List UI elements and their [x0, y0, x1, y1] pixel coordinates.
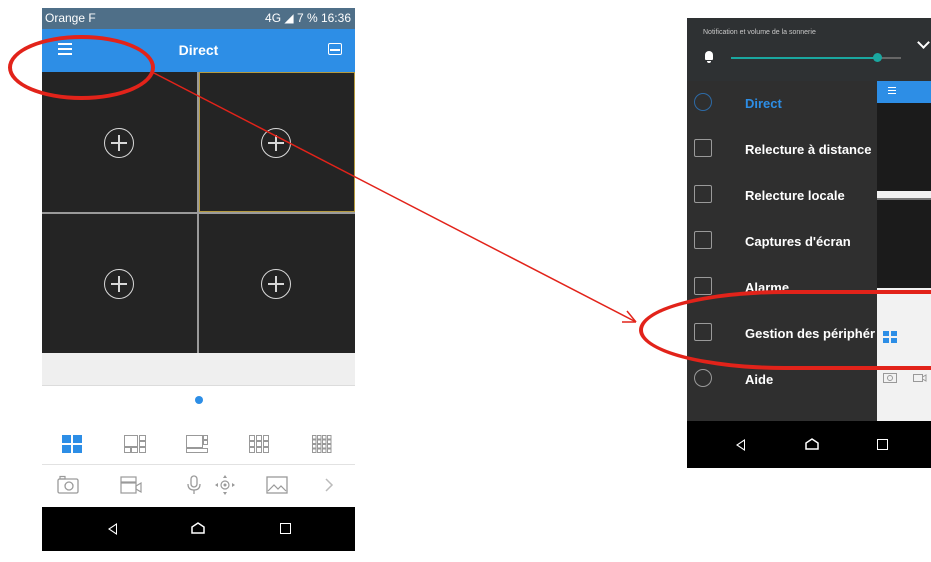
volume-slider-thumb[interactable]: [873, 53, 882, 62]
add-camera-icon[interactable]: [104, 128, 134, 158]
volume-slider-track[interactable]: [879, 57, 901, 59]
layout-9-view-icon[interactable]: [249, 435, 269, 453]
hamburger-icon: [888, 87, 896, 95]
peek-camera-cell: [877, 103, 931, 191]
bell-icon: [705, 51, 713, 63]
live-view-icon: [694, 93, 712, 111]
back-icon[interactable]: [108, 523, 117, 535]
drawer-item-label: Relecture à distance: [745, 142, 872, 157]
highlight-ellipse-device-manager: [639, 290, 931, 370]
ptz-icon[interactable]: [214, 475, 236, 495]
image-icon[interactable]: [266, 475, 288, 495]
status-info: 4G ◢ 7 % 16:36: [265, 11, 351, 25]
local-playback-icon: [694, 185, 712, 203]
drawer-item-local-playback[interactable]: Relecture locale: [687, 173, 877, 219]
hard-drive-icon[interactable]: [328, 43, 342, 55]
drawer-item-direct[interactable]: Direct: [687, 81, 877, 127]
drawer-item-label: Aide: [745, 372, 774, 387]
control-toolbar: [42, 464, 355, 507]
arrow-head: [622, 310, 637, 323]
camera-snapshot-icon[interactable]: [57, 475, 79, 495]
add-camera-icon[interactable]: [261, 128, 291, 158]
recent-apps-icon[interactable]: [877, 439, 888, 450]
highlight-ellipse-menu: [8, 35, 155, 100]
drawer-item-label: Relecture locale: [745, 188, 845, 203]
chevron-right-icon[interactable]: [324, 475, 334, 495]
right-phone-screen: Notification et volume de la sonnerie Di…: [687, 18, 931, 468]
record-icon[interactable]: [120, 475, 142, 495]
back-icon[interactable]: [736, 439, 745, 451]
notification-title: Notification et volume de la sonnerie: [703, 29, 816, 36]
remote-playback-icon: [694, 139, 712, 157]
android-nav-bar: [42, 507, 355, 551]
volume-slider-fill[interactable]: [731, 57, 879, 59]
layout-8-view-icon[interactable]: [186, 435, 208, 453]
layout-16-view-icon[interactable]: [312, 435, 332, 453]
drawer-item-screenshots[interactable]: Captures d'écran: [687, 219, 877, 265]
camera-grid: [42, 72, 355, 353]
record-icon: [913, 374, 927, 382]
camera-cell-selected[interactable]: [199, 72, 355, 212]
layout-selector: [42, 424, 355, 465]
carrier-label: Orange F: [45, 11, 96, 25]
peek-camera-cell: [877, 200, 931, 288]
timeline-strip: [42, 353, 355, 386]
navigation-drawer: Direct Relecture à distance Relecture lo…: [687, 81, 877, 421]
home-icon[interactable]: [191, 522, 205, 534]
camera-cell[interactable]: [42, 214, 197, 353]
home-icon[interactable]: [805, 438, 819, 450]
status-bar: Orange F 4G ◢ 7 % 16:36: [42, 8, 355, 29]
layout-1-view-icon[interactable]: [62, 435, 82, 453]
screenshots-icon: [694, 231, 712, 249]
drawer-item-label: Direct: [745, 96, 782, 111]
microphone-icon[interactable]: [183, 475, 205, 495]
camera-cell[interactable]: [199, 214, 355, 353]
drawer-item-remote-playback[interactable]: Relecture à distance: [687, 127, 877, 173]
drawer-item-label: Captures d'écran: [745, 234, 851, 249]
layout-6-view-icon[interactable]: [124, 435, 146, 453]
peek-app-bar: [877, 81, 931, 103]
help-icon: [694, 369, 712, 387]
recent-apps-icon[interactable]: [280, 523, 291, 534]
chevron-down-icon[interactable]: [917, 36, 930, 49]
notification-shade: Notification et volume de la sonnerie: [687, 18, 931, 81]
page-indicator-dot: [195, 396, 203, 404]
alarm-icon: [694, 277, 712, 295]
add-camera-icon[interactable]: [261, 269, 291, 299]
background-app-peek: [877, 81, 931, 421]
camera-snapshot-icon: [883, 373, 897, 383]
android-nav-bar: [687, 421, 931, 468]
add-camera-icon[interactable]: [104, 269, 134, 299]
